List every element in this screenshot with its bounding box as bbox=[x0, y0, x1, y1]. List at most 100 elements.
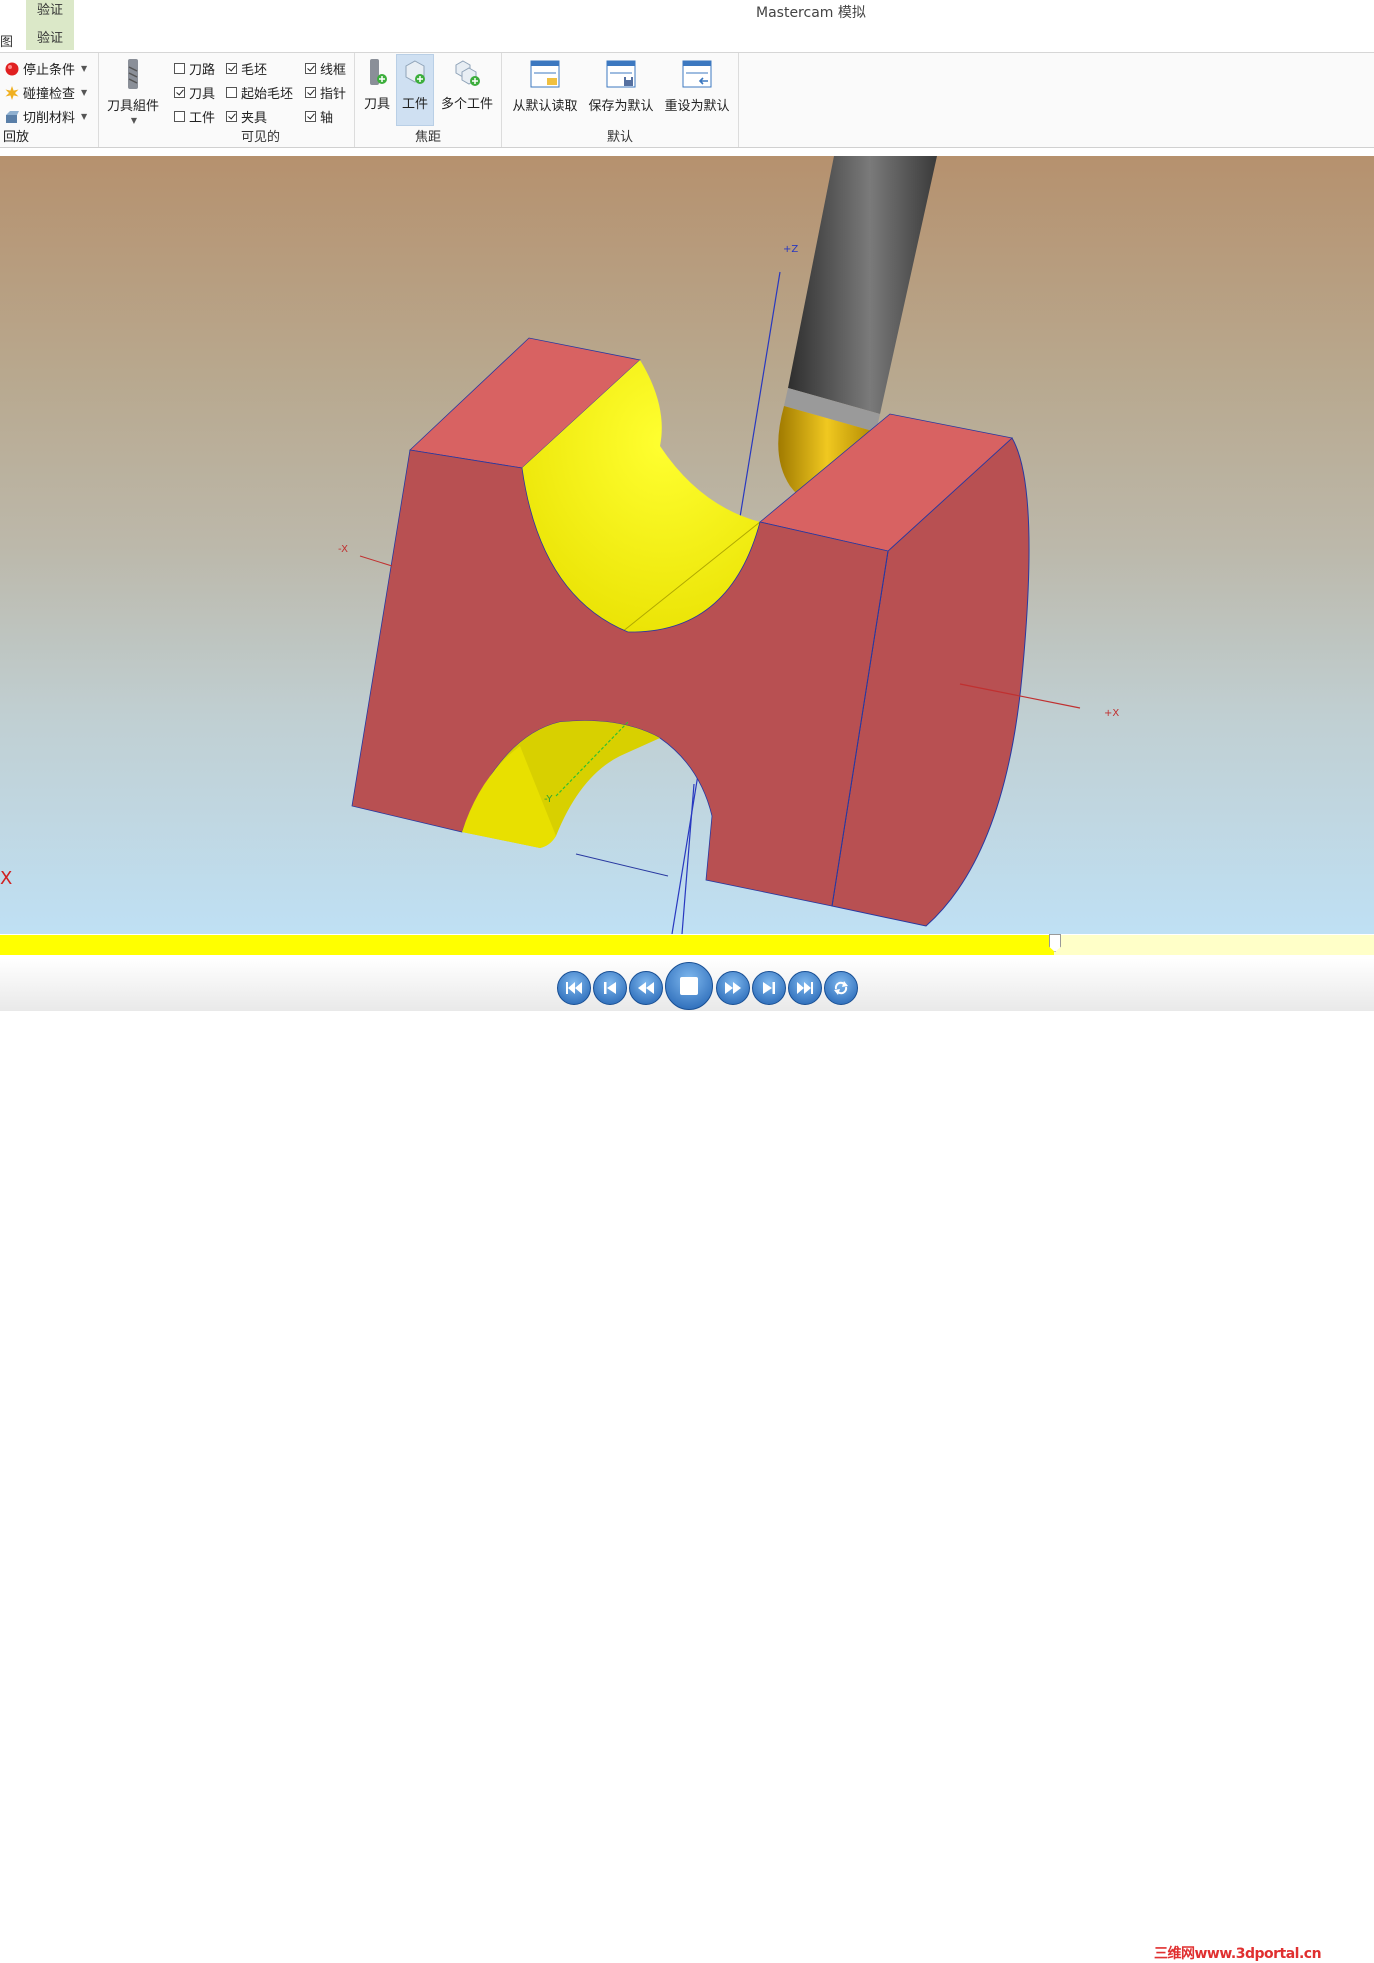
stop-condition-button[interactable]: 停止条件 ▼ bbox=[5, 59, 87, 78]
checkbox-toolpath[interactable]: 刀路 bbox=[174, 59, 215, 78]
tool-assembly-group: 刀具組件 ▼ bbox=[99, 53, 167, 147]
step-back-button[interactable] bbox=[593, 971, 627, 1005]
save-defaults-icon bbox=[606, 60, 636, 88]
checkbox-box[interactable] bbox=[174, 111, 185, 122]
cut-material-label: 切削材料 bbox=[23, 111, 76, 126]
save-defaults-button[interactable]: 保存为默认 bbox=[584, 55, 658, 125]
focus-workpiece-label: 工件 bbox=[401, 97, 428, 112]
collision-burst-icon bbox=[5, 85, 19, 100]
tool-assembly-label: 刀具組件 bbox=[106, 99, 159, 114]
checkbox-box[interactable] bbox=[226, 63, 237, 74]
focus-tool-icon bbox=[370, 59, 387, 85]
checkbox-label: 轴 bbox=[320, 111, 334, 126]
checkbox-box[interactable] bbox=[305, 63, 316, 74]
chevron-down-icon: ▼ bbox=[81, 88, 88, 97]
load-defaults-label: 从默认读取 bbox=[512, 99, 578, 114]
stop-condition-label: 停止条件 bbox=[23, 63, 76, 78]
skip-end-icon bbox=[797, 982, 813, 994]
playback-group-label: 回放 bbox=[3, 130, 30, 145]
checkbox-pointer[interactable]: 指针 bbox=[305, 83, 346, 102]
title-bar: 验证 图 验证 Mastercam 模拟 bbox=[0, 0, 1374, 52]
axis-label-y-neg: -Y bbox=[544, 794, 553, 805]
checkbox-label: 工件 bbox=[189, 111, 216, 126]
checkbox-label: 刀路 bbox=[189, 63, 216, 78]
save-defaults-label: 保存为默认 bbox=[588, 99, 654, 114]
fast-forward-icon bbox=[725, 982, 741, 994]
focus-multiple-workpieces-label: 多个工件 bbox=[440, 97, 493, 112]
checkbox-wireframe[interactable]: 线框 bbox=[305, 59, 346, 78]
focus-group: 刀具 工件 多个工件 焦距 bbox=[355, 53, 502, 147]
checkbox-label: 毛坯 bbox=[241, 63, 268, 78]
skip-to-end-button[interactable] bbox=[788, 971, 822, 1005]
reset-defaults-icon bbox=[682, 60, 712, 88]
stop-button[interactable] bbox=[665, 962, 713, 1010]
collision-check-button[interactable]: 碰撞检查 ▼ bbox=[5, 83, 87, 102]
checkbox-label: 夹具 bbox=[241, 111, 268, 126]
progress-fill bbox=[0, 935, 1054, 955]
collision-check-label: 碰撞检查 bbox=[23, 87, 76, 102]
axis-label-x-pos: +X bbox=[1104, 708, 1119, 719]
checkbox-box[interactable] bbox=[226, 87, 237, 98]
checkbox-label: 指针 bbox=[320, 87, 347, 102]
step-forward-button[interactable] bbox=[752, 971, 786, 1005]
defaults-group-label: 默认 bbox=[606, 130, 633, 145]
checkbox-box[interactable] bbox=[174, 87, 185, 98]
reset-defaults-button[interactable]: 重设为默认 bbox=[660, 55, 734, 125]
checkbox-stock[interactable]: 毛坯 bbox=[226, 59, 267, 78]
focus-multiple-workpieces-icon bbox=[455, 60, 480, 86]
progress-remaining bbox=[1054, 935, 1374, 955]
chevron-down-icon: ▼ bbox=[81, 64, 88, 73]
simulation-viewport[interactable]: +Z -X +X -Y X bbox=[0, 156, 1374, 934]
tab-group-label: 验证 bbox=[26, 0, 74, 24]
tab-view[interactable]: 图 bbox=[0, 31, 13, 50]
checkbox-axis[interactable]: 轴 bbox=[305, 107, 333, 126]
checkbox-workpiece[interactable]: 工件 bbox=[174, 107, 215, 126]
checkbox-label: 刀具 bbox=[189, 87, 216, 102]
focus-tool-button[interactable]: 刀具 bbox=[361, 55, 393, 125]
focus-group-label: 焦距 bbox=[414, 130, 441, 145]
checkbox-box[interactable] bbox=[226, 111, 237, 122]
skip-to-start-button[interactable] bbox=[557, 971, 591, 1005]
visible-group: 刀路 毛坯 线框 刀具 起始毛坯 指针 工件 夹具 轴 可见的 bbox=[167, 53, 355, 147]
tool-assembly-button[interactable]: 刀具組件 ▼ bbox=[103, 55, 163, 125]
cut-material-button[interactable]: 切削材料 ▼ bbox=[5, 107, 87, 126]
defaults-group: 从默认读取 保存为默认 重设为默认 默认 bbox=[502, 53, 739, 147]
loop-button[interactable] bbox=[824, 971, 858, 1005]
checkbox-box[interactable] bbox=[174, 63, 185, 74]
checkbox-box[interactable] bbox=[305, 87, 316, 98]
cut-material-icon bbox=[6, 110, 19, 123]
step-forward-icon bbox=[763, 982, 775, 994]
checkbox-box[interactable] bbox=[305, 111, 316, 122]
edge-marker: X bbox=[0, 868, 12, 889]
checkbox-initial-stock[interactable]: 起始毛坯 bbox=[226, 83, 293, 102]
checkbox-label: 起始毛坯 bbox=[241, 87, 294, 102]
fast-forward-button[interactable] bbox=[716, 971, 750, 1005]
step-back-icon bbox=[604, 982, 616, 994]
axis-label-x-neg: -X bbox=[338, 544, 348, 555]
rewind-icon bbox=[638, 982, 654, 994]
playback-group: 停止条件 ▼ 碰撞检查 ▼ 切削材料 ▼ 回放 bbox=[0, 53, 99, 147]
watermark: 三维网www.3dportal.cn bbox=[1154, 1946, 1322, 1962]
stop-red-circle-icon bbox=[5, 62, 19, 75]
load-defaults-button[interactable]: 从默认读取 bbox=[508, 55, 582, 125]
simulation-scene: +Z -X +X -Y X bbox=[0, 156, 1119, 934]
chevron-down-icon: ▼ bbox=[130, 116, 138, 125]
chevron-down-icon: ▼ bbox=[81, 112, 88, 121]
rewind-button[interactable] bbox=[629, 971, 663, 1005]
checkbox-tool[interactable]: 刀具 bbox=[174, 83, 215, 102]
end-mill-icon bbox=[128, 59, 138, 89]
workpiece-part bbox=[351, 337, 1030, 927]
skip-start-icon bbox=[566, 982, 582, 994]
app-title: Mastercam 模拟 bbox=[756, 5, 866, 21]
tab-verify[interactable]: 验证 bbox=[26, 24, 74, 50]
playback-controls: 三维网www.3dportal.cn bbox=[0, 958, 1374, 1962]
ribbon: 停止条件 ▼ 碰撞检查 ▼ 切削材料 ▼ 回放 刀具組件 ▼ 刀路 毛坯 线框 刀具 … bbox=[0, 52, 1374, 148]
loop-icon bbox=[834, 981, 848, 995]
stop-icon bbox=[680, 977, 698, 995]
simulation-progress-bar[interactable] bbox=[0, 934, 1374, 958]
focus-workpiece-button[interactable]: 工件 bbox=[396, 54, 434, 126]
reset-defaults-label: 重设为默认 bbox=[664, 99, 730, 114]
focus-workpiece-icon bbox=[405, 60, 425, 84]
focus-multiple-workpieces-button[interactable]: 多个工件 bbox=[437, 55, 497, 125]
checkbox-fixture[interactable]: 夹具 bbox=[226, 107, 267, 126]
